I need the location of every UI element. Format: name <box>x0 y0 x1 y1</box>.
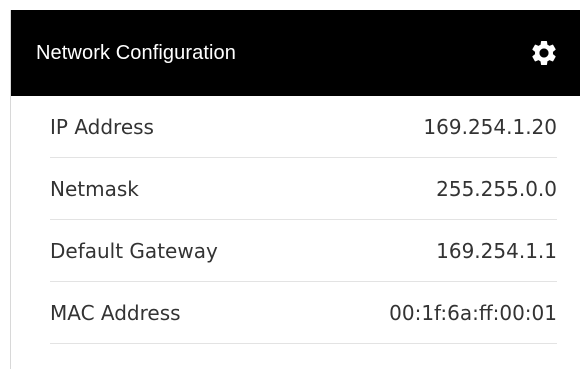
mac-address-label: MAC Address <box>50 300 181 325</box>
panel-header: Network Configuration <box>11 10 580 96</box>
default-gateway-row: Default Gateway 169.254.1.1 <box>50 220 557 282</box>
panel-title: Network Configuration <box>36 41 236 64</box>
netmask-value: 255.255.0.0 <box>436 176 557 201</box>
mac-address-row: MAC Address 00:1f:6a:ff:00:01 <box>50 282 557 344</box>
gear-icon-graphic <box>532 40 556 65</box>
default-gateway-value: 169.254.1.1 <box>436 238 557 263</box>
netmask-row: Netmask 255.255.0.0 <box>50 158 557 220</box>
mac-address-value: 00:1f:6a:ff:00:01 <box>389 300 557 325</box>
netmask-label: Netmask <box>50 176 139 201</box>
network-configuration-panel: Network Configuration IP Address 169.254… <box>10 10 580 369</box>
default-gateway-label: Default Gateway <box>50 238 218 263</box>
ip-address-row: IP Address 169.254.1.20 <box>50 96 557 158</box>
gear-icon[interactable] <box>526 35 562 71</box>
ip-address-value: 169.254.1.20 <box>423 114 557 139</box>
config-list: IP Address 169.254.1.20 Netmask 255.255.… <box>11 96 580 344</box>
ip-address-label: IP Address <box>50 114 154 139</box>
